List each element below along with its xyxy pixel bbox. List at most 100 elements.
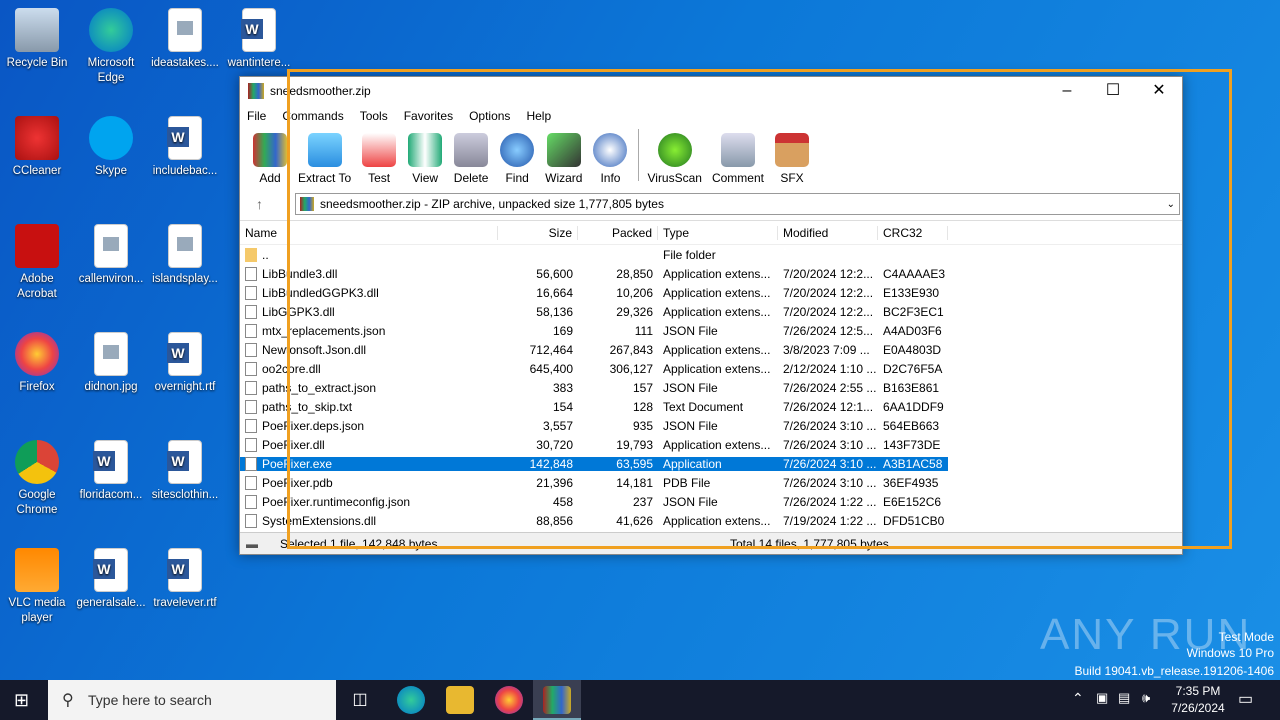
windows-start-icon[interactable]: ⊞ [14, 690, 29, 711]
desktop-icon-ccleaner[interactable]: CCleaner [1, 116, 73, 179]
close-button[interactable]: ✕ [1136, 77, 1182, 105]
desktop-icon-sitesclothin-[interactable]: sitesclothin... [149, 440, 221, 503]
desktop-icon-islandsplay-[interactable]: islandsplay... [149, 224, 221, 287]
toolbar-info-button[interactable]: Info [592, 133, 628, 185]
file-row[interactable]: LibGGPK3.dll 58,136 29,326 Application exte… [240, 302, 1182, 321]
desktop-icon-microsoft-edge[interactable]: Microsoft Edge [75, 8, 147, 86]
status-selected: Selected 1 file, 142,848 bytes [280, 536, 438, 551]
file-explorer-icon[interactable] [446, 686, 474, 714]
search-box[interactable]: ⚲ Type here to search [48, 680, 336, 720]
edge-taskbar-icon[interactable] [397, 686, 425, 714]
column-header-name[interactable]: Name [240, 225, 498, 240]
toolbar-virusscan-button[interactable]: VirusScan [647, 133, 702, 185]
column-header-crc32[interactable]: CRC32 [878, 225, 948, 240]
toolbar-view-button[interactable]: View [407, 133, 443, 185]
maximize-button[interactable]: ☐ [1090, 77, 1136, 105]
file-row[interactable]: paths_to_skip.txt 154 128 Text Document 7/26… [240, 397, 1182, 416]
desktop-icon-wantintere-[interactable]: wantintere... [223, 8, 295, 71]
file-row[interactable]: PoeFixer.exe 142,848 63,595 Application 7/26… [240, 454, 1182, 473]
address-field[interactable]: sneedsmoother.zip - ZIP archive, unpacke… [295, 193, 1180, 215]
desktop-icon-callenviron-[interactable]: callenviron... [75, 224, 147, 287]
info-icon [593, 133, 628, 167]
file-row[interactable]: LibBundle3.dll 56,600 28,850 Application ex… [240, 264, 1182, 283]
desktop-icon-skype[interactable]: Skype [75, 116, 147, 179]
toolbar-label: Test [368, 171, 391, 185]
winrar-taskbar-button[interactable] [533, 680, 581, 720]
window-title: sneedsmoother.zip [270, 84, 371, 98]
skype-icon [89, 116, 133, 160]
file-size: 154 [552, 399, 573, 414]
toolbar-find-button[interactable]: Find [499, 133, 535, 185]
file-row[interactable]: Newtonsoft.Json.dll 712,464 267,843 Applica… [240, 340, 1182, 359]
desktop-icon-label: VLC media player [8, 597, 66, 624]
file-packed: 14,181 [616, 475, 653, 490]
column-header-size[interactable]: Size [498, 225, 578, 240]
desktop-icon-recycle-bin[interactable]: Recycle Bin [1, 8, 73, 71]
desktop-icon-includebac-[interactable]: includebac... [149, 116, 221, 179]
notification-icon[interactable]: ▭ [1238, 689, 1253, 709]
file-row[interactable]: mtx_replacements.json 169 111 JSON File 7/26… [240, 321, 1182, 340]
task-view-icon[interactable]: ◫ [346, 686, 374, 714]
desktop-icon-vlc-media-player[interactable]: VLC media player [1, 548, 73, 626]
image-file-icon [94, 332, 128, 376]
desktop-icon-generalsale-[interactable]: generalsale... [75, 548, 147, 611]
toolbar-test-button[interactable]: Test [361, 133, 397, 185]
column-header-type[interactable]: Type [658, 225, 778, 240]
meet-now-icon[interactable]: ▣ [1096, 690, 1108, 706]
toolbar-sfx-button[interactable]: SFX [774, 133, 810, 185]
file-type: Application [658, 456, 778, 471]
chevron-up-icon[interactable]: ⌃ [1072, 690, 1084, 707]
desktop-icon-label: islandsplay... [152, 273, 218, 285]
desktop-icon-didnon-jpg[interactable]: didnon.jpg [75, 332, 147, 395]
word-doc-icon [167, 548, 202, 592]
up-arrow-icon[interactable]: ↑ [256, 196, 263, 212]
desktop-icon-adobe-acrobat[interactable]: Adobe Acrobat [1, 224, 73, 302]
desktop-icon-ideastakes-[interactable]: ideastakes.... [149, 8, 221, 71]
desktop-icon-label: ideastakes.... [151, 57, 219, 69]
desktop-icon-google-chrome[interactable]: Google Chrome [1, 440, 73, 518]
word-doc-icon [93, 548, 128, 592]
menu-tools[interactable]: Tools [360, 109, 388, 123]
menu-help[interactable]: Help [526, 109, 551, 123]
menu-favorites[interactable]: Favorites [404, 109, 453, 123]
desktop-icon-travelever-rtf[interactable]: travelever.rtf [149, 548, 221, 611]
file-modified: 7/26/2024 3:10 ... [778, 456, 878, 471]
network-icon[interactable]: ▤ [1118, 690, 1130, 706]
file-row[interactable]: PoeFixer.runtimeconfig.json 458 237 JSON Fi… [240, 492, 1182, 511]
toolbar-label: Extract To [298, 171, 352, 185]
file-row[interactable]: PoeFixer.dll 30,720 19,793 Application exte… [240, 435, 1182, 454]
file-row[interactable]: LibBundledGGPK3.dll 16,664 10,206 Applicati… [240, 283, 1182, 302]
title-bar: sneedsmoother.zip – ☐ ✕ [240, 77, 1182, 105]
toolbar-extract-to-button[interactable]: Extract To [298, 133, 351, 185]
minimize-button[interactable]: – [1044, 77, 1090, 105]
toolbar-wizard-button[interactable]: Wizard [545, 133, 582, 185]
clock[interactable]: 7:35 PM 7/26/2024 [1166, 683, 1230, 717]
file-icon [245, 361, 257, 376]
toolbar-comment-button[interactable]: Comment [712, 133, 764, 185]
file-row[interactable]: oo2core.dll 645,400 306,127 Application ext… [240, 359, 1182, 378]
desktop-icon-firefox[interactable]: Firefox [1, 332, 73, 395]
firefox-taskbar-icon[interactable] [495, 686, 523, 714]
desktop-icon-floridacom-[interactable]: floridacom... [75, 440, 147, 503]
column-header-modified[interactable]: Modified [778, 225, 878, 240]
volume-icon[interactable]: 🕪 [1142, 690, 1150, 706]
file-row[interactable]: PoeFixer.pdb 21,396 14,181 PDB File 7/26/202… [240, 473, 1182, 492]
file-row[interactable]: paths_to_extract.json 383 157 JSON File 7/26… [240, 378, 1182, 397]
folder-icon [245, 247, 257, 262]
toolbar-add-button[interactable]: Add [252, 133, 288, 185]
toolbar-delete-button[interactable]: Delete [453, 133, 489, 185]
file-icon [245, 304, 257, 319]
menu-options[interactable]: Options [469, 109, 510, 123]
menu-commands[interactable]: Commands [282, 109, 343, 123]
file-name: PoeFixer.exe [240, 456, 498, 471]
column-header-packed[interactable]: Packed [578, 225, 658, 240]
menu-file[interactable]: File [247, 109, 266, 123]
file-icon [245, 475, 257, 490]
file-row[interactable]: .. File folder [240, 245, 1182, 264]
winrar-window: sneedsmoother.zip – ☐ ✕ File Commands Tool… [239, 76, 1183, 555]
file-row[interactable]: PoeFixer.deps.json 3,557 935 JSON File 7/26/… [240, 416, 1182, 435]
file-crc32: A3B1AC58 [878, 456, 948, 471]
desktop-icon-overnight-rtf[interactable]: overnight.rtf [149, 332, 221, 395]
file-row[interactable]: SystemExtensions.dll 88,856 41,626 Applicat… [240, 511, 1182, 530]
chevron-down-icon[interactable]: ⌄ [1167, 199, 1175, 210]
